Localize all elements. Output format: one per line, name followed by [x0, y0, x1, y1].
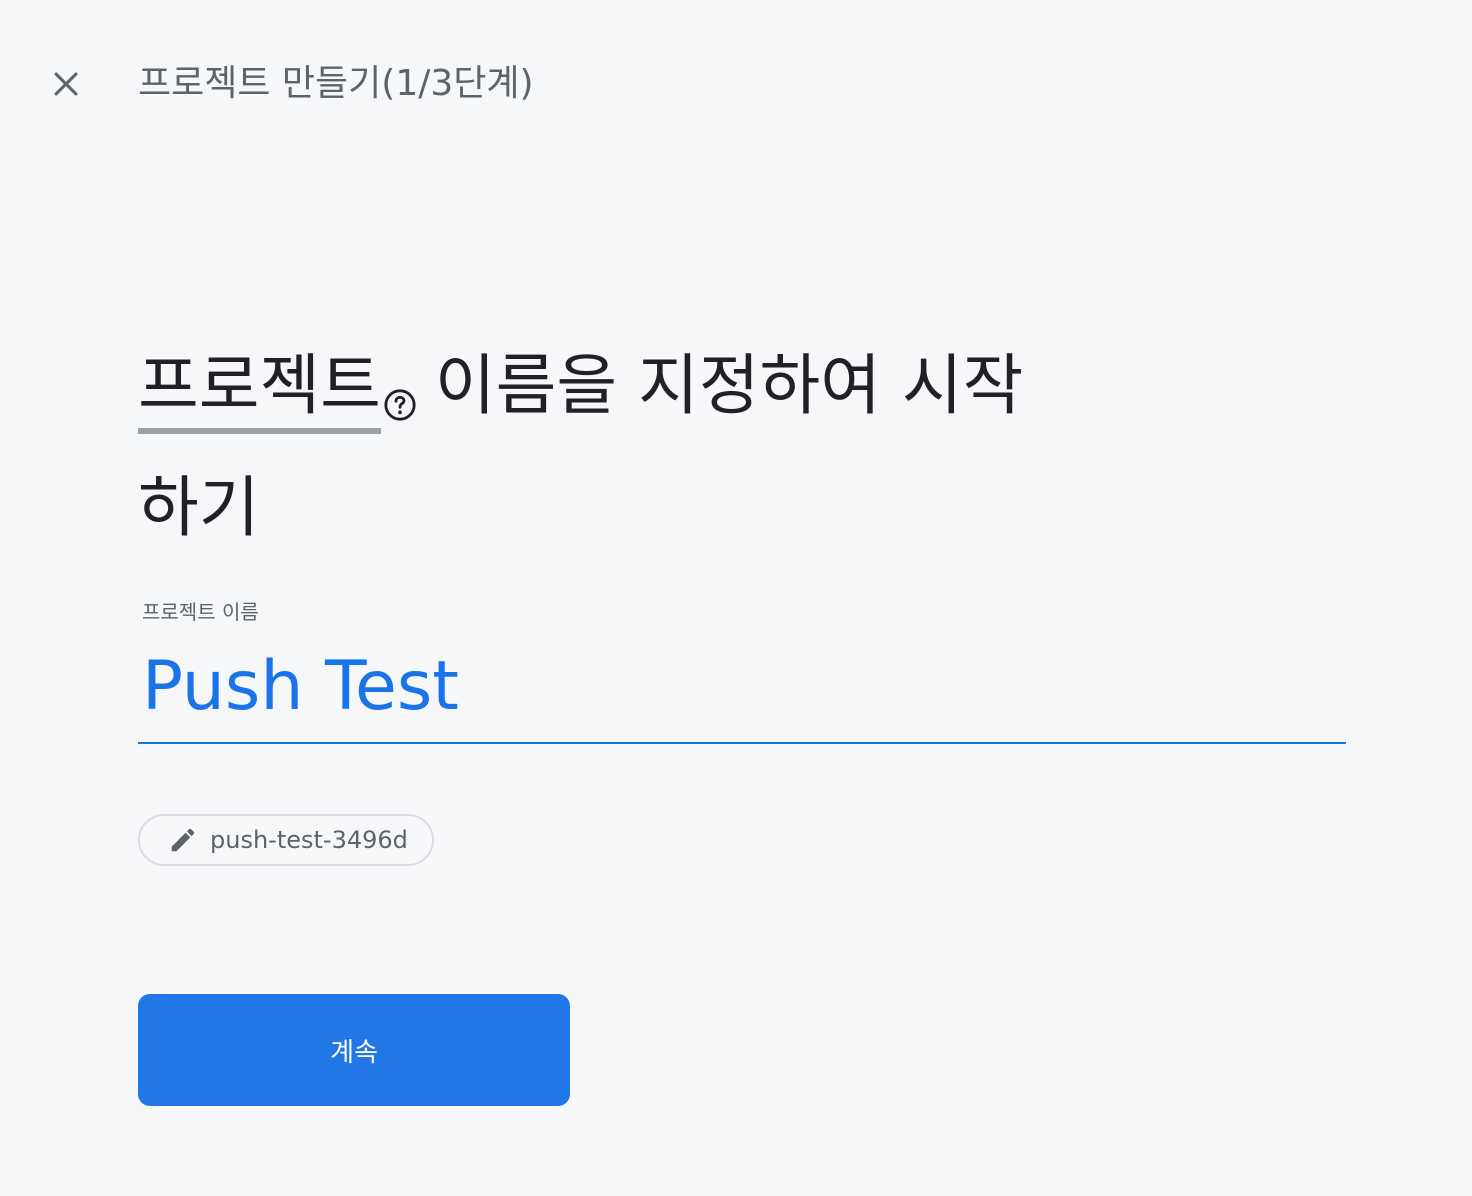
project-name-label: 프로젝트 이름	[142, 600, 259, 624]
project-name-input[interactable]	[142, 638, 1332, 734]
create-project-page: 프로젝트 만들기(1/3단계) 프로젝트 이름을 지정하여 시작 하기 프로젝트…	[0, 0, 1472, 1196]
headline-text-line2: 하기	[138, 469, 260, 546]
page-step-title: 프로젝트 만들기(1/3단계)	[138, 63, 534, 104]
help-circle-icon[interactable]	[383, 346, 417, 454]
close-icon	[54, 72, 78, 96]
page-headline: 프로젝트 이름을 지정하여 시작 하기	[138, 332, 1098, 562]
headline-text-line1: 이름을 지정하여 시작	[434, 347, 1024, 424]
continue-button[interactable]: 계속	[138, 994, 570, 1106]
project-id-chip[interactable]: push-test-3496d	[138, 814, 434, 866]
project-term-link[interactable]: 프로젝트	[138, 346, 381, 434]
project-id-text: push-test-3496d	[210, 826, 408, 854]
pencil-icon	[168, 825, 198, 855]
project-name-field	[138, 636, 1346, 744]
close-button[interactable]	[44, 62, 88, 106]
